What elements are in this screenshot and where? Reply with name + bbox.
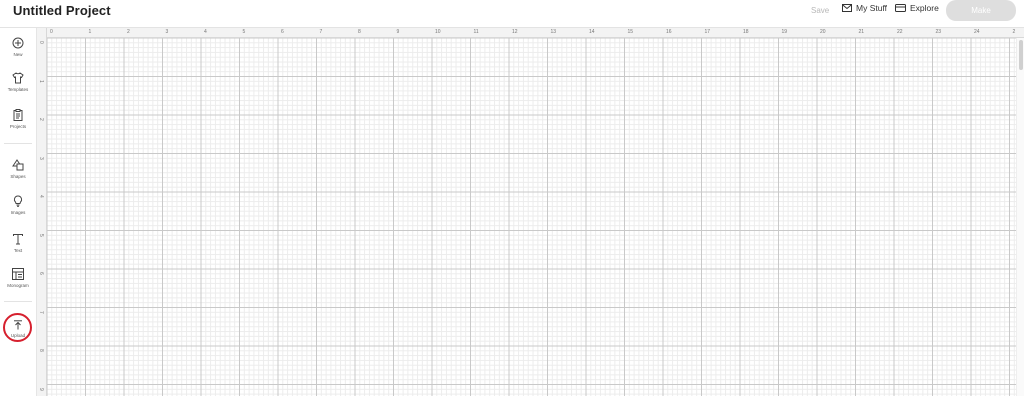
sidebar-item-label: New bbox=[13, 52, 23, 57]
ruler-tick-label: 9 bbox=[38, 387, 44, 391]
sidebar-item-images[interactable]: Images bbox=[0, 195, 36, 215]
ruler-tick-label: 4 bbox=[38, 195, 44, 198]
ruler-tick-label: 0 bbox=[50, 29, 53, 35]
vertical-scrollbar[interactable] bbox=[1016, 38, 1024, 396]
horizontal-ruler: 0 1 2 3 4 5 6 7 8 9 10 11 12 13 14 15 16 17 18 19 20 21 22 23 24… bbox=[37, 28, 1024, 38]
ruler-tick-label: 14 bbox=[589, 29, 595, 35]
ruler-tick-label: 21 bbox=[858, 29, 865, 35]
ruler-tick-label: 8 bbox=[38, 349, 44, 352]
ruler-tick-label: 15 bbox=[627, 29, 634, 35]
ruler-tick-label: 9 bbox=[396, 29, 400, 35]
make-button[interactable]: Make bbox=[946, 0, 1016, 21]
ruler-tick-label: 8 bbox=[358, 29, 361, 35]
ruler-tick-label: 6 bbox=[281, 29, 284, 35]
sidebar-item-label: Monogram bbox=[7, 283, 29, 288]
sidebar-item-templates[interactable]: Templates bbox=[0, 72, 36, 92]
ruler-tick-label: 2 bbox=[1012, 29, 1016, 35]
upload-icon bbox=[0, 320, 36, 330]
text-icon bbox=[0, 233, 36, 245]
sidebar-item-label: Text bbox=[13, 248, 23, 253]
sidebar-item-label: Templates bbox=[7, 87, 29, 92]
ruler-tick-label: 17 bbox=[704, 29, 711, 35]
design-canvas-grid[interactable] bbox=[47, 38, 1024, 396]
lightbulb-icon bbox=[0, 195, 36, 207]
ruler-tick-label: 4 bbox=[204, 29, 207, 35]
sidebar-item-new[interactable]: New bbox=[0, 37, 36, 57]
ruler-tick-label: 7 bbox=[319, 29, 323, 35]
sidebar-item-text[interactable]: Text bbox=[0, 233, 36, 253]
explore-label: Explore bbox=[910, 3, 939, 13]
ruler-tick-label: 1 bbox=[38, 79, 44, 83]
ruler-tick-label: 23 bbox=[935, 29, 942, 35]
ruler-tick-label: 2 bbox=[38, 118, 44, 121]
sidebar-item-label: Projects bbox=[9, 124, 27, 129]
project-title[interactable]: Untitled Project bbox=[13, 3, 111, 18]
sidebar-item-projects[interactable]: Projects bbox=[0, 109, 36, 129]
explore-link[interactable]: Explore bbox=[895, 3, 939, 13]
ruler-tick-label: 10 bbox=[435, 29, 441, 35]
scrollbar-thumb[interactable] bbox=[1019, 40, 1023, 70]
sidebar-item-upload[interactable]: Upload bbox=[0, 320, 36, 338]
ruler-tick-label: 12 bbox=[512, 29, 518, 35]
ruler-tick-label: 7 bbox=[38, 310, 44, 314]
ruler-tick-label: 19 bbox=[781, 29, 788, 35]
vertical-ruler: 0 1 2 3 4 5 6 7 8 9 bbox=[37, 28, 47, 396]
explore-icon bbox=[895, 4, 906, 12]
ruler-tick-label: 2 bbox=[127, 29, 130, 35]
ruler-tick-label: 0 bbox=[38, 41, 44, 44]
ruler-tick-label: 5 bbox=[38, 233, 44, 237]
shirt-icon bbox=[0, 72, 36, 84]
ruler-tick-label: 11 bbox=[473, 29, 479, 35]
my-stuff-label: My Stuff bbox=[856, 3, 888, 13]
ruler-tick-label: 1 bbox=[88, 29, 92, 35]
ruler-tick-label: 22 bbox=[897, 29, 903, 35]
shapes-icon bbox=[0, 159, 36, 171]
ruler-tick-label: 24 bbox=[974, 29, 980, 35]
envelope-icon bbox=[842, 4, 852, 12]
monogram-icon bbox=[0, 268, 36, 280]
sidebar-item-shapes[interactable]: Shapes bbox=[0, 159, 36, 179]
sidebar-divider bbox=[4, 143, 32, 144]
sidebar-item-label: Images bbox=[10, 210, 26, 215]
sidebar-item-monogram[interactable]: Monogram bbox=[0, 268, 36, 288]
ruler-tick-label: 16 bbox=[666, 29, 672, 35]
left-sidebar: New Templates Projects Shapes Images Tex… bbox=[0, 28, 37, 396]
top-bar: Untitled Project Save My Stuff Explore M… bbox=[0, 0, 1024, 28]
sidebar-item-label: Upload bbox=[10, 333, 26, 338]
save-button[interactable]: Save bbox=[811, 6, 829, 15]
ruler-tick-label: 3 bbox=[165, 29, 169, 35]
ruler-tick-label: 18 bbox=[743, 29, 749, 35]
plus-circle-icon bbox=[0, 37, 36, 49]
ruler-tick-label: 3 bbox=[38, 156, 44, 160]
clipboard-icon bbox=[0, 109, 36, 121]
ruler-tick-label: 20 bbox=[820, 29, 826, 35]
my-stuff-link[interactable]: My Stuff bbox=[842, 3, 887, 13]
sidebar-divider bbox=[4, 301, 32, 302]
ruler-tick-label: 5 bbox=[242, 29, 246, 35]
ruler-tick-label: 13 bbox=[550, 29, 557, 35]
ruler-tick-label: 6 bbox=[38, 272, 44, 275]
sidebar-item-label: Shapes bbox=[10, 174, 26, 179]
